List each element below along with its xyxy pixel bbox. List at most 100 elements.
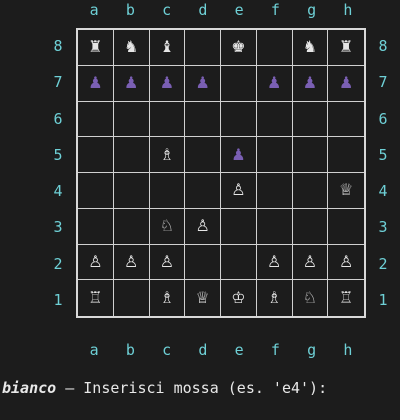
white-pawn-icon[interactable]: ♙ <box>303 253 317 270</box>
square-g6[interactable] <box>292 101 329 138</box>
square-c4[interactable] <box>149 173 186 209</box>
square-a6[interactable] <box>78 101 114 138</box>
square-f4[interactable] <box>256 173 293 209</box>
chess-board[interactable]: ♜ ♞ ♝ ♚ ♞ ♜ ♟ ♟ ♟ ♟ ♟ ♟ ♟ ♗ ♟ ♙ ♕ ♘ ♙ ♙ ♙ ♙ ♙ ♙ ♙ ♖ ♗ ♕ ♔ ♗ ♘ ♖ <box>76 28 366 318</box>
square-d3[interactable]: ♙ <box>185 208 221 245</box>
white-knight-icon[interactable]: ♞ <box>124 39 138 55</box>
black-pawn-icon[interactable]: ♟ <box>267 75 281 91</box>
square-c6[interactable] <box>149 101 186 138</box>
square-b2[interactable]: ♙ <box>113 244 150 281</box>
move-prompt[interactable]: bianco – Inserisci mossa (es. 'e4'): <box>2 379 327 397</box>
square-d6[interactable] <box>185 101 221 138</box>
square-d1[interactable]: ♕ <box>185 280 221 316</box>
white-rook-icon[interactable]: ♖ <box>339 290 353 306</box>
white-pawn-icon[interactable]: ♙ <box>195 218 209 234</box>
rank-label-6: 6 <box>53 109 63 128</box>
black-pawn-icon[interactable]: ♟ <box>160 75 174 91</box>
black-pawn-icon[interactable]: ♟ <box>124 75 138 91</box>
square-f6[interactable] <box>256 101 293 138</box>
square-d4[interactable] <box>185 173 221 209</box>
square-b5[interactable] <box>113 137 150 173</box>
black-pawn-icon[interactable]: ♟ <box>339 75 353 91</box>
square-b3[interactable] <box>113 208 150 245</box>
square-a1[interactable]: ♖ <box>78 280 114 316</box>
square-b6[interactable] <box>113 101 150 138</box>
square-e1[interactable]: ♔ <box>221 280 257 316</box>
square-b7[interactable]: ♟ <box>113 65 150 102</box>
black-pawn-icon[interactable]: ♟ <box>303 75 317 91</box>
square-c2[interactable]: ♙ <box>149 244 186 281</box>
square-f3[interactable] <box>256 208 293 245</box>
white-knight-icon[interactable]: ♘ <box>160 218 174 234</box>
white-bishop-icon[interactable]: ♝ <box>160 39 174 55</box>
square-h3[interactable] <box>328 209 364 245</box>
square-e8[interactable]: ♚ <box>221 30 257 66</box>
white-pawn-icon[interactable]: ♙ <box>231 182 245 198</box>
white-rook-icon[interactable]: ♖ <box>88 290 102 306</box>
white-pawn-icon[interactable]: ♙ <box>339 253 353 270</box>
white-pawn-icon[interactable]: ♙ <box>267 253 281 270</box>
white-pawn-icon[interactable]: ♙ <box>124 253 138 270</box>
square-g7[interactable]: ♟ <box>292 65 329 102</box>
white-pawn-icon[interactable]: ♙ <box>88 253 102 270</box>
square-h4[interactable]: ♕ <box>328 173 364 209</box>
square-b4[interactable] <box>113 173 150 209</box>
square-g1[interactable]: ♘ <box>293 280 329 316</box>
square-e3[interactable] <box>221 208 257 245</box>
square-h6[interactable] <box>328 102 364 138</box>
white-rook-icon[interactable]: ♜ <box>339 39 353 55</box>
square-g3[interactable] <box>292 208 329 245</box>
white-rook-icon[interactable]: ♜ <box>88 39 102 55</box>
black-pawn-icon[interactable]: ♟ <box>88 75 102 91</box>
square-c8[interactable]: ♝ <box>149 30 186 66</box>
square-f1[interactable]: ♗ <box>257 280 293 316</box>
square-h5[interactable] <box>328 137 364 173</box>
white-queen-icon[interactable]: ♕ <box>195 290 209 306</box>
square-g2[interactable]: ♙ <box>292 244 329 281</box>
square-f7[interactable]: ♟ <box>256 65 293 102</box>
square-c1[interactable]: ♗ <box>150 280 186 316</box>
square-h8[interactable]: ♜ <box>328 30 364 66</box>
square-a5[interactable] <box>78 137 114 173</box>
square-f8[interactable] <box>256 30 293 66</box>
white-queen-icon[interactable]: ♕ <box>339 182 353 198</box>
white-bishop-icon[interactable]: ♗ <box>160 146 174 163</box>
white-knight-icon[interactable]: ♞ <box>303 39 317 55</box>
square-h1[interactable]: ♖ <box>328 280 364 316</box>
white-pawn-icon[interactable]: ♙ <box>160 253 174 270</box>
white-knight-icon[interactable]: ♘ <box>303 290 317 306</box>
square-a8[interactable]: ♜ <box>78 30 114 66</box>
square-a7[interactable]: ♟ <box>78 65 114 102</box>
square-e4[interactable]: ♙ <box>221 173 257 209</box>
black-pawn-icon[interactable]: ♟ <box>231 146 245 163</box>
square-c5[interactable]: ♗ <box>149 137 186 173</box>
square-h7[interactable]: ♟ <box>328 66 364 102</box>
square-d2[interactable] <box>185 244 221 281</box>
white-king-icon[interactable]: ♚ <box>231 39 245 55</box>
square-b1[interactable] <box>114 280 150 316</box>
square-a2[interactable]: ♙ <box>78 244 114 281</box>
square-g8[interactable]: ♞ <box>292 30 329 66</box>
square-g4[interactable] <box>292 173 329 209</box>
file-label-e: e <box>234 1 244 19</box>
square-f2[interactable]: ♙ <box>256 244 293 281</box>
square-c7[interactable]: ♟ <box>149 65 186 102</box>
square-f5[interactable] <box>256 137 293 173</box>
square-a4[interactable] <box>78 173 114 209</box>
white-bishop-icon[interactable]: ♗ <box>267 290 281 306</box>
black-pawn-icon[interactable]: ♟ <box>195 75 209 91</box>
square-h2[interactable]: ♙ <box>328 245 364 281</box>
square-d7[interactable]: ♟ <box>185 65 221 102</box>
square-e2[interactable] <box>221 244 257 281</box>
square-d8[interactable] <box>185 30 221 66</box>
square-e5[interactable]: ♟ <box>221 137 257 173</box>
square-g5[interactable] <box>292 137 329 173</box>
square-b8[interactable]: ♞ <box>113 30 150 66</box>
white-bishop-icon[interactable]: ♗ <box>160 290 174 306</box>
white-king-icon[interactable]: ♔ <box>231 290 245 306</box>
square-d5[interactable] <box>185 137 221 173</box>
square-e7[interactable] <box>221 65 257 102</box>
square-e6[interactable] <box>221 101 257 138</box>
square-a3[interactable] <box>78 208 114 245</box>
square-c3[interactable]: ♘ <box>149 208 186 245</box>
